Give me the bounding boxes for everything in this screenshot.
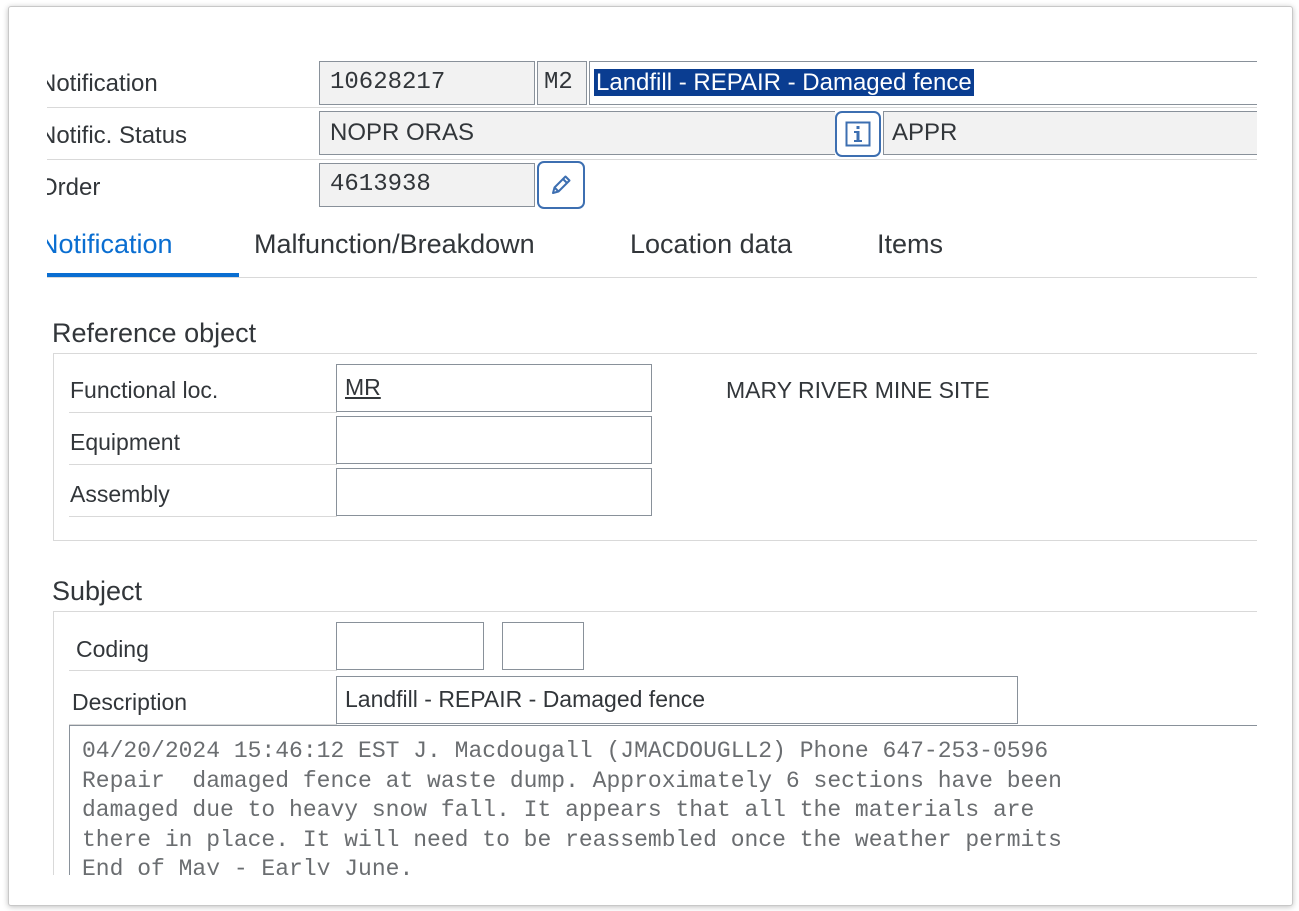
status-label: Notific. Status	[47, 122, 188, 149]
notification-row: Notification 10628217 M2 Landfill - REPA…	[47, 57, 1257, 108]
functional-loc-description: MARY RIVER MINE SITE	[726, 377, 990, 403]
info-icon	[845, 121, 871, 147]
functional-loc-value: MR	[345, 374, 381, 400]
functional-loc-input[interactable]: MR	[336, 364, 652, 412]
notification-type-field[interactable]: M2	[537, 61, 587, 105]
functional-loc-label: Functional loc.	[70, 377, 219, 403]
active-tab-indicator	[47, 273, 239, 277]
coding-label: Coding	[76, 636, 149, 662]
tab-items[interactable]: Items	[877, 229, 943, 260]
edit-order-button[interactable]	[537, 161, 585, 209]
notification-short-text: Landfill - REPAIR - Damaged fence	[594, 69, 974, 96]
coding-code-input[interactable]	[502, 622, 584, 670]
long-text-editor[interactable]: 04/20/2024 15:46:12 EST J. Macdougall (J…	[69, 725, 1257, 875]
user-status-field: APPR	[883, 111, 1257, 155]
notification-content: Notification 10628217 M2 Landfill - REPA…	[47, 7, 1257, 875]
notification-number-field[interactable]: 10628217	[319, 61, 535, 105]
tab-location-data[interactable]: Location data	[630, 229, 792, 260]
assembly-label: Assembly	[70, 481, 170, 507]
reference-object-title: Reference object	[52, 318, 257, 348]
system-status-field: NOPR ORAS	[319, 111, 835, 155]
equipment-input[interactable]	[336, 416, 652, 464]
subject-title: Subject	[52, 576, 143, 606]
divider	[69, 670, 337, 671]
pencil-icon	[552, 175, 571, 194]
description-input[interactable]: Landfill - REPAIR - Damaged fence	[336, 676, 1018, 724]
order-label: Order	[47, 174, 101, 201]
divider	[69, 412, 337, 413]
tab-bar: Notification Malfunction/Breakdown Locat…	[47, 217, 1257, 278]
notification-short-text-field[interactable]: Landfill - REPAIR - Damaged fence	[589, 61, 1257, 105]
order-number-field[interactable]: 4613938	[319, 163, 535, 207]
status-row: Notific. Status NOPR ORAS APPR	[47, 109, 1257, 160]
assembly-input[interactable]	[336, 468, 652, 516]
notification-label: Notification	[47, 70, 158, 97]
divider	[69, 464, 337, 465]
status-info-button[interactable]	[835, 111, 881, 157]
tab-malfunction-breakdown[interactable]: Malfunction/Breakdown	[254, 229, 535, 260]
notification-window: Notification 10628217 M2 Landfill - REPA…	[8, 6, 1293, 906]
reference-object-panel: Functional loc. MR MARY RIVER MINE SITE …	[53, 353, 1257, 541]
divider	[69, 516, 337, 517]
equipment-label: Equipment	[70, 429, 180, 455]
tab-notification[interactable]: Notification	[47, 229, 173, 260]
order-row: Order 4613938	[47, 161, 1257, 211]
description-label: Description	[72, 689, 188, 715]
coding-group-input[interactable]	[336, 622, 484, 670]
